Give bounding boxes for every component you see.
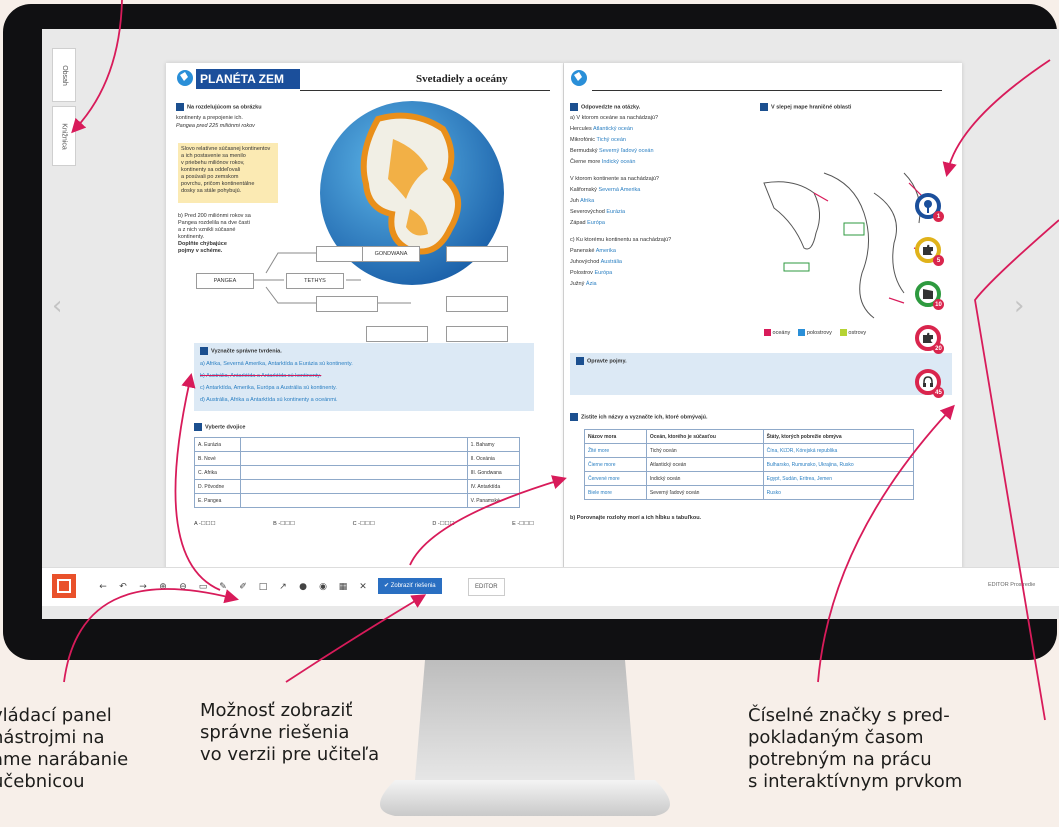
callout-line: učebnicou: [0, 771, 85, 792]
callout-badges: Číselné značky s pred- pokladaným časom …: [748, 705, 988, 793]
callout-toolbar: vládací panel nástrojmi na ame narábanie…: [0, 705, 192, 793]
callout-line: vo verzii pre učiteľa: [200, 744, 380, 765]
callout-answers: Možnosť zobraziť správne riešenia vo ver…: [200, 700, 430, 766]
callout-line: potrebným na prácu: [748, 749, 932, 770]
callout-line: ame narábanie: [0, 749, 129, 770]
callout-line: s interaktívnym prvkom: [748, 771, 963, 792]
callout-line: Číselné značky s pred-: [748, 705, 950, 726]
callout-line: nástrojmi na: [0, 727, 105, 748]
callout-line: Možnosť zobraziť: [200, 700, 353, 721]
callout-line: vládací panel: [0, 705, 112, 726]
callout-line: pokladaným časom: [748, 727, 924, 748]
callout-arrows: [63, 0, 1059, 721]
callout-line: správne riešenia: [200, 722, 350, 743]
